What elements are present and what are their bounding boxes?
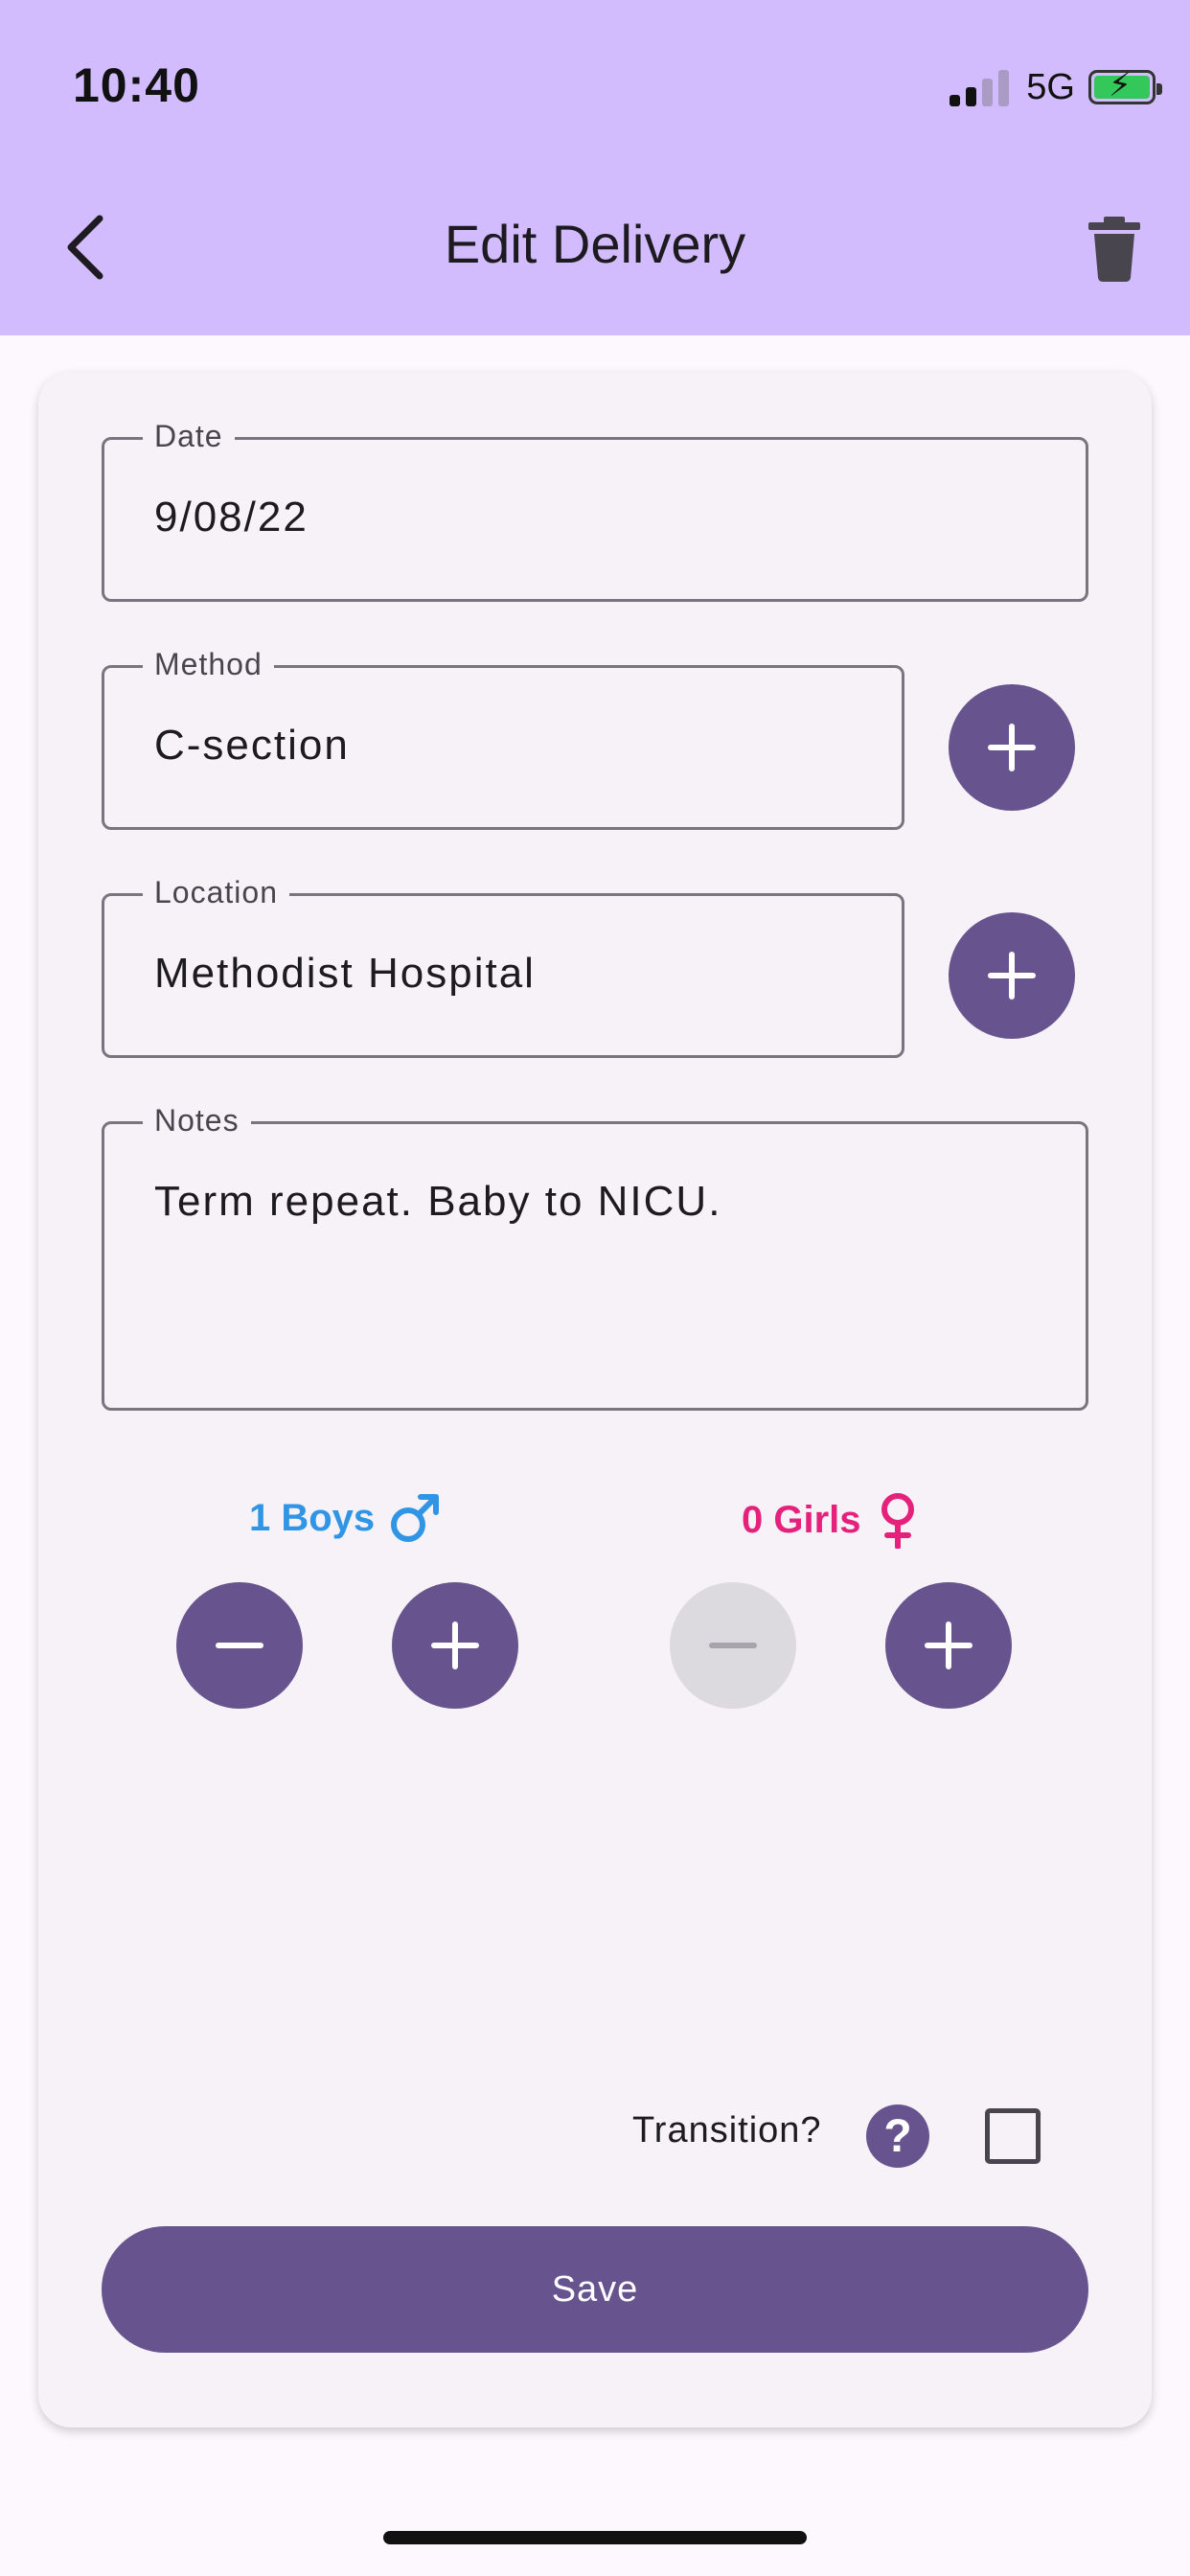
home-indicator[interactable] — [383, 2531, 807, 2544]
plus-icon — [925, 1622, 973, 1669]
status-indicators: 5G ⚡ — [950, 65, 1162, 109]
add-location-button[interactable] — [949, 912, 1075, 1039]
battery-icon: ⚡ — [1088, 69, 1162, 104]
minus-icon — [216, 1643, 263, 1648]
date-value: 9/08/22 — [154, 494, 309, 540]
minus-icon — [709, 1643, 757, 1648]
signal-icon — [950, 68, 1010, 106]
page-title: Edit Delivery — [444, 214, 746, 274]
boys-count-text: 1 Boys — [249, 1496, 376, 1539]
location-field[interactable]: Location Methodist Hospital — [102, 875, 904, 1058]
notes-field[interactable]: Notes Term repeat. Baby to NICU. — [102, 1103, 1088, 1411]
network-type: 5G — [1026, 66, 1075, 107]
date-field[interactable]: Date 9/08/22 — [102, 419, 1088, 602]
location-label: Location — [143, 875, 289, 910]
delete-button[interactable] — [1083, 211, 1146, 284]
female-icon — [881, 1493, 914, 1549]
transition-checkbox[interactable] — [985, 2108, 1041, 2164]
decrement-boys-button[interactable] — [176, 1582, 303, 1709]
question-mark-icon: ? — [883, 2110, 912, 2162]
plus-icon — [988, 952, 1036, 1000]
method-value: C-section — [154, 722, 350, 769]
notes-value: Term repeat. Baby to NICU. — [154, 1178, 722, 1225]
girls-count-text: 0 Girls — [742, 1498, 861, 1541]
girls-counter-label: 0 Girls — [742, 1491, 921, 1549]
delivery-form-card: Date 9/08/22 Method C-section Location M… — [38, 372, 1152, 2427]
transition-label: Transition? — [632, 2110, 822, 2150]
notes-label: Notes — [143, 1103, 251, 1138]
help-button[interactable]: ? — [866, 2104, 929, 2168]
status-time: 10:40 — [73, 58, 200, 112]
decrement-girls-button[interactable] — [670, 1582, 796, 1709]
plus-icon — [431, 1622, 479, 1669]
increment-boys-button[interactable] — [392, 1582, 518, 1709]
date-label: Date — [143, 419, 235, 454]
app-header: 10:40 5G ⚡ Edit Delivery — [0, 0, 1190, 335]
increment-girls-button[interactable] — [885, 1582, 1012, 1709]
add-method-button[interactable] — [949, 684, 1075, 811]
male-icon — [391, 1494, 440, 1542]
plus-icon — [988, 724, 1036, 771]
location-value: Methodist Hospital — [154, 950, 536, 997]
method-label: Method — [143, 647, 274, 682]
method-field[interactable]: Method C-section — [102, 647, 904, 830]
save-button[interactable]: Save — [102, 2226, 1088, 2353]
boys-counter-label: 1 Boys — [249, 1491, 442, 1545]
trash-icon — [1088, 217, 1140, 282]
